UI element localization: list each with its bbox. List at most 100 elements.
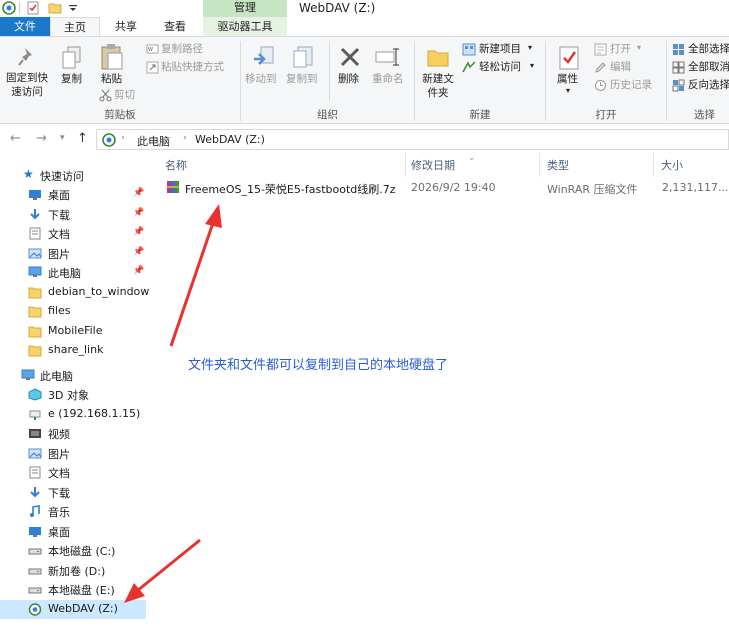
paste-button[interactable]: 粘贴: [101, 72, 122, 86]
open-icon: [594, 43, 607, 56]
rename-button[interactable]: 重命名: [372, 72, 404, 86]
nav-pc-item[interactable]: 3D 对象: [0, 385, 146, 404]
pin-icon[interactable]: 📌: [133, 227, 144, 237]
pin-icon[interactable]: 📌: [133, 266, 144, 276]
nav-pc-item[interactable]: 下载: [0, 483, 146, 502]
up-arrow-icon[interactable]: ↑: [77, 131, 88, 146]
customize-quick-icon[interactable]: [66, 1, 80, 15]
svg-text:W: W: [148, 47, 153, 53]
nav-item-label: e (192.168.1.15): [48, 406, 141, 420]
paste-shortcut-button[interactable]: 粘贴快捷方式: [161, 60, 224, 74]
properties-quick-icon[interactable]: [26, 1, 40, 15]
nav-quick-item[interactable]: 桌面 📌: [0, 185, 146, 204]
breadcrumb-webdav[interactable]: WebDAV (Z:): [195, 133, 265, 146]
copy-icon: [62, 46, 81, 69]
easy-access-button[interactable]: 轻松访问: [479, 60, 521, 74]
nav-item-label: 文档: [48, 228, 70, 241]
copy-to-button[interactable]: 复制到: [286, 72, 318, 86]
nav-item-label: WebDAV (Z:): [48, 601, 118, 615]
nav-pc-item[interactable]: 桌面: [0, 522, 146, 541]
cut-button[interactable]: 剪切: [114, 88, 135, 102]
recent-locations-chevron-icon[interactable]: ▾: [60, 133, 65, 143]
pin-icon[interactable]: 📌: [133, 188, 144, 198]
back-arrow-icon[interactable]: ←: [10, 131, 21, 146]
file-name: FreemeOS_15-荣悦E5-fastbootd线刷.7z: [185, 183, 396, 196]
dropdown-arrow-icon[interactable]: ▾: [566, 84, 570, 98]
column-header-size[interactable]: 大小: [661, 157, 683, 173]
nav-pc-item[interactable]: WebDAV (Z:): [0, 599, 146, 619]
nav-item-label: 桌面: [48, 525, 70, 539]
history-button[interactable]: 历史记录: [610, 78, 652, 92]
column-header-type[interactable]: 类型: [547, 157, 569, 173]
explorer-icon: [2, 1, 16, 15]
nav-item-label: 视频: [48, 428, 70, 441]
address-bar[interactable]: › 此电脑 › WebDAV (Z:): [96, 129, 729, 150]
nav-item-label: 下载: [48, 208, 70, 222]
column-divider[interactable]: [539, 153, 540, 177]
nav-pc-item[interactable]: 本地磁盘 (C:): [0, 541, 146, 560]
nav-quick-item[interactable]: files: [0, 302, 146, 321]
nav-pc-item[interactable]: 图片: [0, 444, 146, 463]
column-divider[interactable]: [653, 153, 654, 177]
nav-quick-item[interactable]: debian_to_windows: [0, 283, 155, 302]
move-to-button[interactable]: 移动到: [245, 72, 277, 86]
nav-quick-item[interactable]: share_link: [0, 341, 146, 360]
nav-item-label: 音乐: [48, 506, 70, 519]
tab-share[interactable]: 共享: [103, 17, 149, 37]
select-none-button[interactable]: 全部取消: [688, 60, 729, 74]
folder-icon: [28, 326, 42, 337]
dropdown-arrow-icon[interactable]: ▾: [637, 41, 641, 55]
invert-selection-button[interactable]: 反向选择: [688, 78, 729, 92]
nav-quick-access[interactable]: ★ 快速访问: [0, 166, 146, 185]
nav-quick-item[interactable]: MobileFile: [0, 322, 146, 341]
copy-button[interactable]: 复制: [61, 72, 82, 86]
copy-path-button[interactable]: 复制路径: [161, 42, 203, 56]
paste-icon: [101, 44, 123, 70]
select-all-button[interactable]: 全部选择: [688, 42, 729, 56]
nav-item-label: 桌面: [48, 189, 70, 202]
new-item-button[interactable]: 新建项目: [479, 42, 521, 56]
navigation-bar: ← → ▾ ↑ › 此电脑 › WebDAV (Z:): [0, 125, 729, 153]
computer-icon: [28, 266, 42, 277]
3d-objects-icon: [28, 388, 42, 401]
desktop-icon: [29, 526, 41, 537]
nav-pc-item[interactable]: 音乐: [0, 502, 146, 521]
nav-pc-item[interactable]: 本地磁盘 (E:): [0, 580, 146, 599]
folder-icon: [28, 345, 42, 357]
nav-item-label: 新加卷 (D:): [48, 564, 106, 578]
column-divider[interactable]: [405, 153, 406, 177]
tab-drive-tools[interactable]: 驱动器工具: [203, 17, 287, 37]
nav-pc-item[interactable]: 视频: [0, 424, 146, 443]
nav-pc-item[interactable]: 新加卷 (D:): [0, 561, 146, 580]
tab-home[interactable]: 主页: [50, 17, 100, 37]
video-icon: [29, 429, 41, 438]
pin-icon[interactable]: 📌: [133, 247, 144, 257]
breadcrumb-this-pc[interactable]: 此电脑: [137, 133, 170, 149]
nav-pc-item[interactable]: e (192.168.1.15): [0, 405, 146, 424]
tab-file[interactable]: 文件: [0, 17, 50, 37]
nav-quick-item[interactable]: 文档 📌: [0, 224, 146, 243]
forward-arrow-icon[interactable]: →: [36, 131, 47, 146]
dropdown-arrow-icon[interactable]: ▾: [528, 41, 532, 55]
nav-pc-item[interactable]: 文档: [0, 463, 146, 482]
nav-this-pc[interactable]: 此电脑: [0, 366, 146, 385]
nav-item-label: debian_to_windows: [48, 284, 156, 298]
disk-drive-icon: [28, 587, 42, 594]
delete-button[interactable]: 删除: [338, 72, 359, 86]
new-folder-quick-icon[interactable]: [48, 1, 62, 15]
nav-quick-item[interactable]: 下载 📌: [0, 205, 146, 224]
tab-view[interactable]: 查看: [152, 17, 198, 37]
new-folder-button[interactable]: 新建文件夹: [418, 72, 458, 100]
sort-chevron-icon: ⌄: [468, 153, 476, 163]
nav-quick-item[interactable]: 图片 📌: [0, 244, 146, 263]
nav-quick-item[interactable]: 此电脑 📌: [0, 263, 146, 282]
open-button[interactable]: 打开: [610, 42, 631, 56]
dropdown-arrow-icon[interactable]: ▾: [530, 59, 534, 73]
group-select-label: 选择: [694, 109, 715, 121]
pin-icon[interactable]: 📌: [133, 208, 144, 218]
pin-quick-access-button[interactable]: 固定到快速访问: [2, 71, 52, 99]
edit-button[interactable]: 编辑: [610, 60, 631, 74]
column-header-date[interactable]: 修改日期: [411, 157, 455, 173]
invert-selection-icon: [672, 79, 685, 92]
column-header-name[interactable]: 名称: [165, 157, 187, 173]
